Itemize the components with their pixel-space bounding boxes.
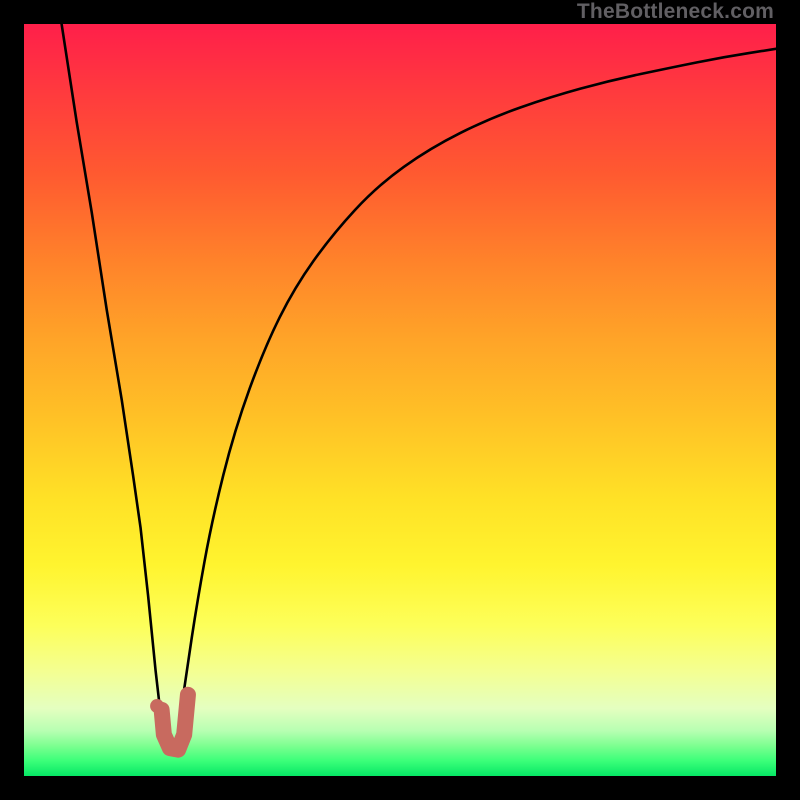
- chart-frame: TheBottleneck.com: [0, 0, 800, 800]
- plot-area: [24, 24, 776, 776]
- marker-hook: [162, 695, 188, 750]
- watermark-text: TheBottleneck.com: [577, 0, 774, 24]
- chart-svg: [24, 24, 776, 776]
- curve-right-branch: [176, 49, 776, 746]
- curve-left-branch: [62, 24, 164, 736]
